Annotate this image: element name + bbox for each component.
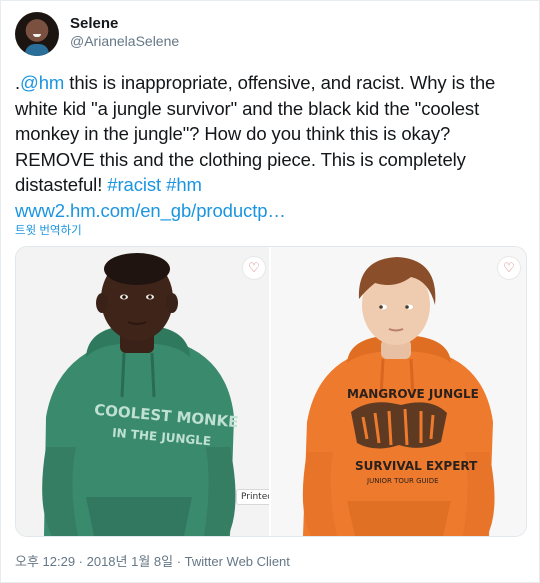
hashtag-hm[interactable]: #hm [166, 174, 202, 195]
display-name[interactable]: Selene [70, 15, 118, 32]
tweet-timestamp[interactable]: 오후 12:29 · 2018년 1월 8일 · Twitter Web Cli… [15, 551, 290, 570]
media-grid: COOLEST MONKE IN THE JUNGLE ♡ Printed [15, 246, 527, 537]
hoodie-print-right-line3: JUNIOR TOUR GUIDE [367, 477, 439, 485]
avatar-shirt [25, 44, 49, 56]
translate-tweet-link[interactable]: 트윗 번역하기 [15, 222, 82, 238]
tweet-text: .@hm this is inappropriate, offensive, a… [15, 70, 525, 223]
avatar[interactable] [15, 12, 59, 56]
tweet-body: this is inappropriate, offensive, and ra… [15, 72, 496, 195]
photo-left-illustration [16, 247, 269, 536]
photo-right[interactable]: MANGROVE JUNGLE SURVIVAL EXPERT JUNIOR T… [271, 247, 526, 536]
user-handle[interactable]: @ArianelaSelene [70, 33, 179, 49]
hoodie-print-right-line2: SURVIVAL EXPERT [355, 459, 478, 473]
mention-link[interactable]: @hm [20, 72, 64, 93]
heart-icon[interactable]: ♡ [242, 256, 266, 280]
hashtag-racist[interactable]: #racist [107, 174, 161, 195]
heart-icon[interactable]: ♡ [497, 256, 521, 280]
product-url-link[interactable]: www2.hm.com/en_gb/productp… [15, 200, 286, 221]
avatar-smile [33, 34, 41, 37]
printed-badge: Printed [236, 489, 269, 505]
photo-left[interactable]: COOLEST MONKE IN THE JUNGLE ♡ Printed [16, 247, 269, 536]
hoodie-print-right-line1: MANGROVE JUNGLE [347, 387, 479, 401]
